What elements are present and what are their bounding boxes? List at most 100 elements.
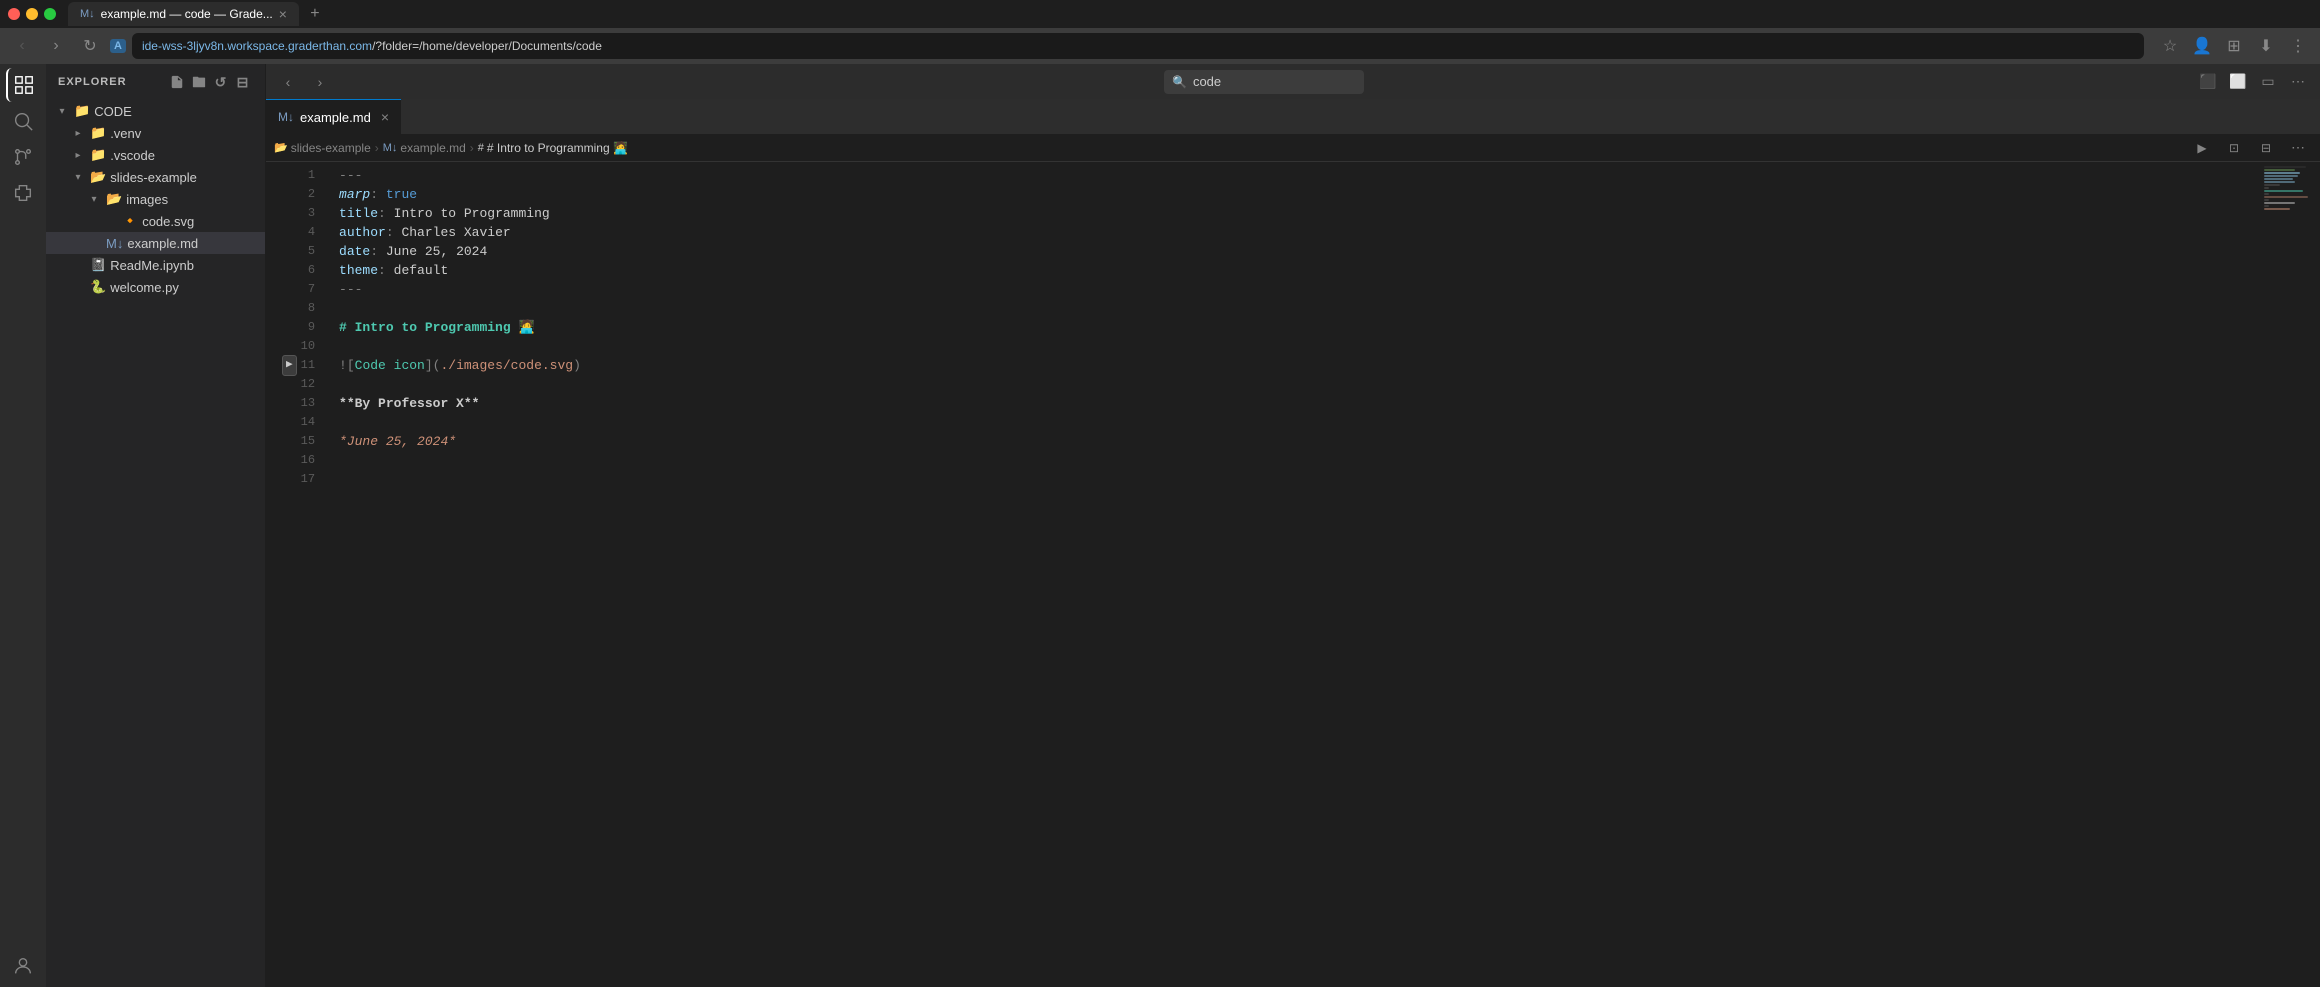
traffic-lights (8, 8, 56, 20)
breadcrumb: 📂 slides-example › M↓ example.md › # # I… (274, 141, 628, 155)
root-folder-label: CODE (94, 104, 132, 119)
line-num-7: 7 (282, 280, 315, 299)
run-preview-button[interactable]: ▶ (2188, 134, 2216, 162)
new-folder-button[interactable] (189, 72, 209, 92)
extensions-activity-icon[interactable] (6, 176, 40, 210)
tree-item-vscode[interactable]: ▸ 📁 .vscode (46, 144, 265, 166)
code-line-2: marp : true (331, 185, 2260, 204)
split-editor-right-button[interactable]: ⊡ (2220, 134, 2248, 162)
minimap-line (2264, 190, 2303, 192)
chevron-down-icon: ▾ (70, 169, 86, 185)
tree-item-code-svg[interactable]: 🔸 code.svg (46, 210, 265, 232)
sidebar-header: EXPLORER ↺ ⊟ (46, 64, 265, 100)
tab-file-icon: M↓ (80, 8, 95, 20)
tree-item-venv[interactable]: ▸ 📁 .venv (46, 122, 265, 144)
back-button[interactable]: ‹ (8, 32, 36, 60)
py-file-icon: 🐍 (90, 279, 106, 295)
tab-close-button[interactable]: × (381, 109, 389, 125)
line-num-13: 13 (282, 394, 315, 413)
minimap-line (2264, 202, 2295, 204)
line-num-4: 4 (282, 223, 315, 242)
chevron-placeholder (102, 213, 118, 229)
minimap-line (2264, 166, 2306, 168)
bookmark-star-icon[interactable]: ☆ (2156, 32, 2184, 60)
img-url: ./images/code.svg (440, 356, 573, 375)
go-back-button[interactable]: ‹ (274, 68, 302, 96)
breadcrumb-sep-1: › (375, 141, 379, 155)
more-editor-actions-button[interactable]: ⋯ (2284, 134, 2312, 162)
minimap-line (2264, 181, 2295, 183)
refresh-explorer-button[interactable]: ↺ (211, 72, 231, 92)
maximize-button[interactable] (44, 8, 56, 20)
breadcrumb-heading[interactable]: # # Intro to Programming 🧑‍💻 (478, 141, 628, 155)
breadcrumb-example-md[interactable]: M↓ example.md (383, 141, 466, 155)
code-line-12 (331, 375, 2260, 394)
tab-md-icon: M↓ (278, 110, 294, 124)
minimap-line (2264, 175, 2298, 177)
extension-icon[interactable]: ⊞ (2220, 32, 2248, 60)
minimap-line (2264, 208, 2290, 210)
search-icon: 🔍 (1172, 75, 1187, 89)
menu-icon[interactable]: ⋮ (2284, 32, 2312, 60)
code-line-4: author : Charles Xavier (331, 223, 2260, 242)
download-icon[interactable]: ⬇ (2252, 32, 2280, 60)
img-alt-text: Code icon (355, 356, 425, 375)
minimize-button[interactable] (26, 8, 38, 20)
code-line-5: date : June 25, 2024 (331, 242, 2260, 261)
source-control-activity-icon[interactable] (6, 140, 40, 174)
editor-top-bar: ‹ › 🔍 ⬛ ⬜ ▭ ⋯ (266, 64, 2320, 99)
md-bold-text: **By Professor X** (339, 394, 479, 413)
command-search-bar[interactable]: 🔍 (1164, 70, 1364, 94)
toggle-sidebar-button[interactable]: ⬛ (2194, 68, 2222, 96)
collapse-folders-button[interactable]: ⊟ (233, 72, 253, 92)
code-line-14 (331, 413, 2260, 432)
new-tab-button[interactable]: + (303, 2, 327, 26)
code-line-11: ![Code icon](./images/code.svg) (331, 356, 2260, 375)
md-icon-small: M↓ (383, 142, 398, 154)
close-button[interactable] (8, 8, 20, 20)
tree-item-welcome-py[interactable]: 🐍 welcome.py (46, 276, 265, 298)
folder-open-icon: 📂 (106, 191, 122, 207)
tree-root-code[interactable]: ▾ 📁 CODE (46, 100, 265, 122)
new-file-button[interactable] (167, 72, 187, 92)
tree-item-readme-ipynb[interactable]: 📓 ReadMe.ipynb (46, 254, 265, 276)
explorer-activity-icon[interactable] (6, 68, 40, 102)
editor-tab-example-md[interactable]: M↓ example.md × (266, 99, 401, 134)
yaml-val-title: Intro to Programming (394, 204, 550, 223)
toggle-panel-button[interactable]: ⬜ (2224, 68, 2252, 96)
code-line-16 (331, 451, 2260, 470)
chevron-right-icon: ▸ (70, 125, 86, 141)
tree-item-example-md[interactable]: M↓ example.md (46, 232, 265, 254)
split-editor-down-button[interactable]: ⊟ (2252, 134, 2280, 162)
minimap-line (2264, 193, 2269, 195)
line-num-8: 8 (282, 299, 315, 318)
breadcrumb-sep-2: › (470, 141, 474, 155)
line-num-1: 1 (282, 166, 315, 185)
line-num-12: 12 (282, 375, 315, 394)
sidebar-title: EXPLORER (58, 76, 127, 88)
line-num-5: 5 (282, 242, 315, 261)
browser-tab-active[interactable]: M↓ example.md — code — Grade... × (68, 2, 299, 26)
tree-item-slides-example[interactable]: ▾ 📂 slides-example (46, 166, 265, 188)
img-syntax-paren-close: ) (573, 356, 581, 375)
code-content[interactable]: --- marp : true title : Intro to Program… (331, 162, 2260, 987)
go-forward-button[interactable]: › (306, 68, 334, 96)
search-activity-icon[interactable] (6, 104, 40, 138)
address-bar[interactable]: ide-wss-3ljyv8n.workspace.graderthan.com… (132, 33, 2144, 59)
toggle-aux-sidebar-button[interactable]: ▭ (2254, 68, 2282, 96)
yaml-colon-4: : (386, 223, 402, 242)
img-syntax-open: ![ (339, 356, 355, 375)
editor-area: ‹ › 🔍 ⬛ ⬜ ▭ ⋯ M↓ example.md × (266, 64, 2320, 987)
forward-button[interactable]: › (42, 32, 70, 60)
reload-button[interactable]: ↻ (76, 32, 104, 60)
more-actions-button[interactable]: ⋯ (2284, 68, 2312, 96)
tab-close-icon[interactable]: × (279, 6, 287, 22)
address-domain: ide-wss-3ljyv8n.workspace.graderthan.com (142, 39, 372, 53)
breadcrumb-slides-example[interactable]: 📂 slides-example (274, 141, 371, 155)
search-input[interactable] (1193, 74, 1343, 89)
code-editor[interactable]: 1 2 3 4 5 6 7 8 9 10 ▶ 11 12 13 14 (266, 162, 2320, 987)
profile-icon[interactable]: 👤 (2188, 32, 2216, 60)
accounts-activity-icon[interactable] (6, 949, 40, 983)
activity-bar (0, 64, 46, 987)
tree-item-images[interactable]: ▾ 📂 images (46, 188, 265, 210)
